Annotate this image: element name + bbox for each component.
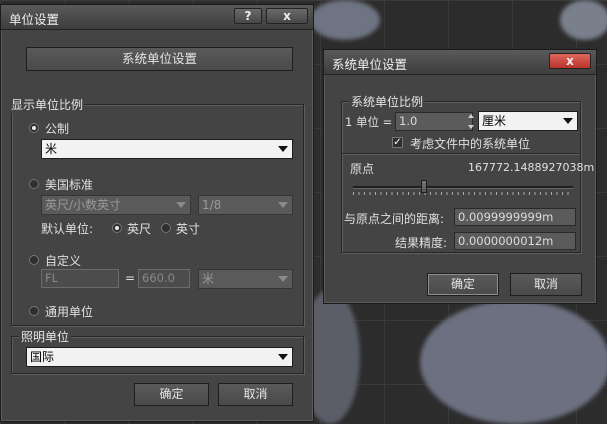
slider-ticks [353, 192, 573, 195]
us-standard-radio[interactable] [29, 179, 39, 189]
display-unit-scale-group [11, 104, 304, 326]
dialog-title: 系统单位设置 [332, 57, 408, 72]
cancel-button[interactable]: 取消 [510, 273, 582, 296]
separator [342, 153, 579, 155]
unit-value-spinner[interactable] [468, 114, 474, 129]
unit-type-value: 厘米 [482, 114, 507, 128]
custom-unit-value: 米 [202, 272, 215, 286]
title-bar[interactable]: 单位设置 ? x [1, 5, 313, 30]
generic-units-radio[interactable] [29, 306, 39, 316]
lighting-units-value: 国际 [30, 350, 55, 364]
chevron-down-icon [278, 276, 288, 282]
feet-radio[interactable] [112, 223, 122, 233]
display-unit-scale-label: 显示单位比例 [9, 96, 86, 113]
generic-units-label: 通用单位 [45, 305, 94, 319]
chevron-down-icon [563, 118, 573, 124]
us-fraction-value: 1/8 [202, 198, 222, 212]
slider-track [353, 186, 573, 189]
custom-amount-field[interactable]: 660.0 [138, 269, 190, 288]
system-unit-setup-dialog: 系统单位设置 x 系统单位比例 1 单位 = 1.0 厘米 ✓ 考虑文件中的系统… [323, 49, 597, 304]
inches-radio[interactable] [161, 223, 171, 233]
consider-file-units-label: 考虑文件中的系统单位 [410, 137, 531, 151]
us-fraction-dropdown[interactable]: 1/8 [198, 195, 293, 215]
ok-button[interactable]: 确定 [427, 273, 499, 296]
default-unit-label: 默认单位: [41, 222, 94, 236]
metric-radio[interactable] [29, 123, 39, 133]
viewport-object [420, 300, 607, 424]
distance-from-origin-field: 0.0099999999m [454, 208, 576, 226]
help-button[interactable]: ? [234, 8, 262, 24]
feet-label: 英尺 [127, 222, 152, 236]
cancel-button[interactable]: 取消 [218, 383, 293, 406]
slider-thumb[interactable] [421, 180, 427, 193]
custom-unit-dropdown[interactable]: 米 [198, 269, 293, 289]
result-precision-label: 结果精度: [395, 236, 448, 250]
custom-radio[interactable] [29, 255, 39, 265]
us-standard-unit-value: 英尺/小数英寸 [45, 198, 122, 212]
custom-amount-value: 660.0 [142, 271, 175, 285]
close-button[interactable]: x [549, 53, 591, 69]
origin-value: 167772.1488927038m [468, 161, 595, 174]
consider-file-units-checkbox[interactable]: ✓ [392, 137, 403, 148]
unit-equals-label: 1 单位 = [345, 115, 393, 129]
metric-unit-dropdown[interactable]: 米 [41, 139, 293, 159]
close-button[interactable]: x [266, 8, 308, 24]
viewport-object [560, 0, 607, 40]
metric-label: 公制 [45, 122, 70, 136]
origin-slider[interactable] [353, 180, 573, 196]
unit-type-dropdown[interactable]: 厘米 [478, 111, 578, 131]
system-units-setup-button[interactable]: 系统单位设置 [26, 47, 293, 71]
result-precision-field: 0.0000000012m [454, 232, 576, 250]
ok-button[interactable]: 确定 [134, 383, 209, 406]
custom-name-field[interactable]: FL [41, 269, 119, 288]
us-standard-unit-dropdown[interactable]: 英尺/小数英寸 [41, 195, 191, 215]
inches-label: 英寸 [176, 222, 201, 236]
distance-from-origin-label: 与原点之间的距离: [344, 212, 445, 226]
units-setup-dialog: 单位设置 ? x 系统单位设置 显示单位比例 公制 米 美国标准 英尺/小数英寸… [0, 4, 314, 422]
origin-label: 原点 [350, 162, 375, 176]
metric-unit-value: 米 [45, 142, 58, 156]
us-standard-label: 美国标准 [45, 178, 94, 192]
unit-value: 1.0 [399, 114, 418, 128]
unit-value-field[interactable]: 1.0 [395, 112, 473, 131]
chevron-down-icon [278, 146, 288, 152]
chevron-down-icon [278, 202, 288, 208]
chevron-down-icon [278, 354, 288, 360]
dialog-title: 单位设置 [9, 12, 60, 27]
viewport-object [310, 0, 380, 40]
custom-label: 自定义 [45, 254, 82, 268]
chevron-down-icon [176, 202, 186, 208]
equals-label: = [125, 271, 136, 285]
lighting-units-label: 照明单位 [19, 328, 72, 345]
lighting-units-dropdown[interactable]: 国际 [26, 347, 293, 367]
system-unit-scale-label: 系统单位比例 [349, 93, 426, 110]
title-bar[interactable]: 系统单位设置 x [324, 50, 596, 75]
